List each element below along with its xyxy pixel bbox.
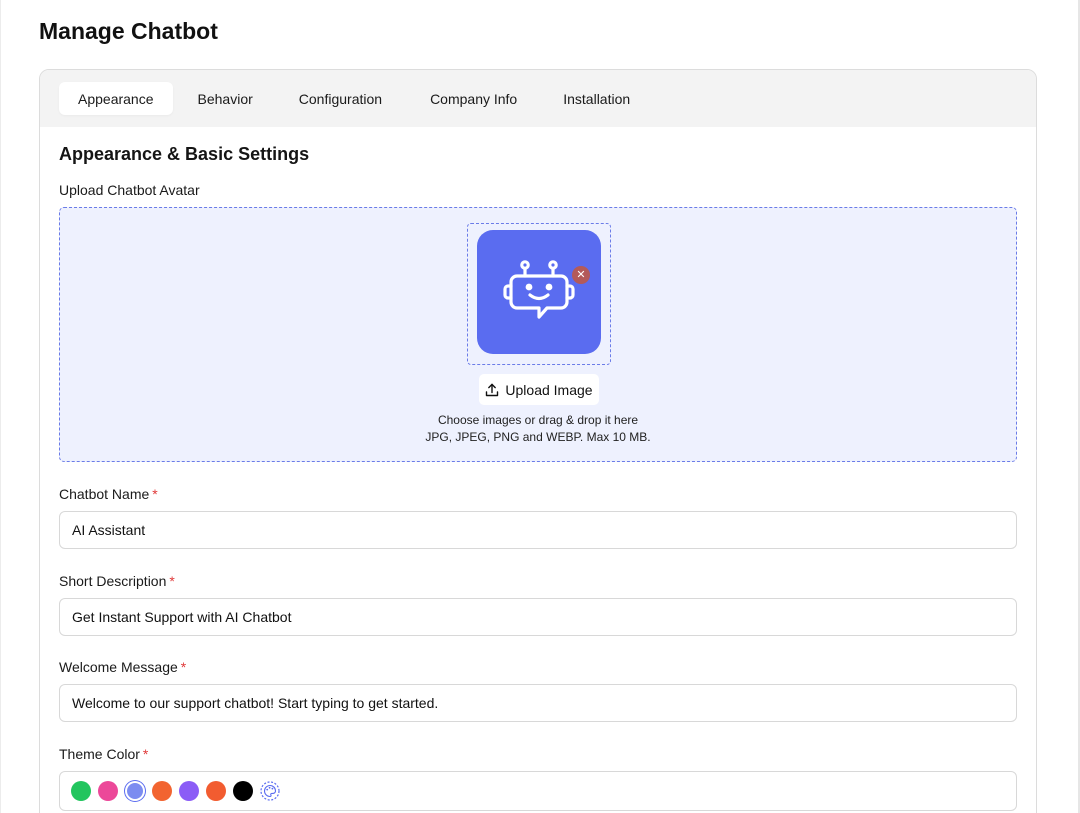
tab-bar: Appearance Behavior Configuration Compan… — [40, 70, 1036, 127]
avatar-label: Upload Chatbot Avatar — [59, 182, 200, 198]
short-description-label-text: Short Description — [59, 573, 167, 589]
color-swatch-green[interactable] — [71, 781, 91, 801]
chatbot-name-label: Chatbot Name * — [59, 486, 158, 502]
short-description-input[interactable]: Get Instant Support with AI Chatbot — [59, 598, 1017, 636]
avatar-preview-frame: ✕ — [467, 223, 611, 365]
color-swatch-pink[interactable] — [98, 781, 118, 801]
welcome-message-label: Welcome Message * — [59, 659, 186, 675]
upload-icon — [486, 383, 499, 396]
page-title: Manage Chatbot — [39, 18, 218, 44]
page-border — [0, 0, 1, 813]
upload-format-text: JPG, JPEG, PNG and WEBP. Max 10 MB. — [425, 430, 651, 444]
chatbot-name-label-text: Chatbot Name — [59, 486, 150, 502]
tab-configuration[interactable]: Configuration — [278, 82, 403, 115]
theme-color-label: Theme Color * — [59, 746, 148, 762]
appearance-panel: Appearance & Basic Settings Upload Chatb… — [40, 127, 1036, 813]
palette-icon — [260, 781, 280, 801]
chatbot-avatar-image: ✕ — [477, 230, 601, 354]
welcome-message-label-text: Welcome Message — [59, 659, 178, 675]
tab-behavior[interactable]: Behavior — [179, 82, 272, 115]
required-marker: * — [169, 573, 175, 589]
tab-installation[interactable]: Installation — [544, 82, 649, 115]
required-marker: * — [142, 746, 149, 762]
robot-icon — [503, 260, 575, 319]
remove-avatar-button[interactable]: ✕ — [572, 266, 590, 284]
required-marker: * — [180, 659, 187, 675]
color-swatch-orange[interactable] — [152, 781, 172, 801]
welcome-message-input[interactable]: Welcome to our support chatbot! Start ty… — [59, 684, 1017, 722]
tab-company-info[interactable]: Company Info — [409, 82, 538, 115]
chatbot-settings-card: Appearance Behavior Configuration Compan… — [39, 69, 1037, 813]
color-swatch-black[interactable] — [233, 781, 253, 801]
color-swatch-purple[interactable] — [179, 781, 199, 801]
theme-color-label-text: Theme Color — [59, 746, 140, 762]
avatar-dropzone[interactable]: ✕ Upload Image Choose images or drag & d… — [59, 207, 1017, 462]
upload-image-label: Upload Image — [505, 381, 593, 398]
color-swatch-orange-red[interactable] — [206, 781, 226, 801]
section-title: Appearance & Basic Settings — [59, 144, 310, 164]
close-icon: ✕ — [576, 269, 586, 281]
required-marker: * — [152, 486, 158, 502]
upload-hint-text: Choose images or drag & drop it here — [437, 413, 639, 427]
theme-color-picker — [59, 771, 1017, 811]
tab-appearance[interactable]: Appearance — [59, 82, 173, 115]
custom-color-button[interactable] — [260, 781, 280, 801]
upload-image-button[interactable]: Upload Image — [479, 374, 599, 405]
chatbot-name-input[interactable]: AI Assistant — [59, 511, 1017, 549]
short-description-label: Short Description * — [59, 573, 175, 589]
color-swatch-indigo[interactable] — [127, 783, 143, 799]
